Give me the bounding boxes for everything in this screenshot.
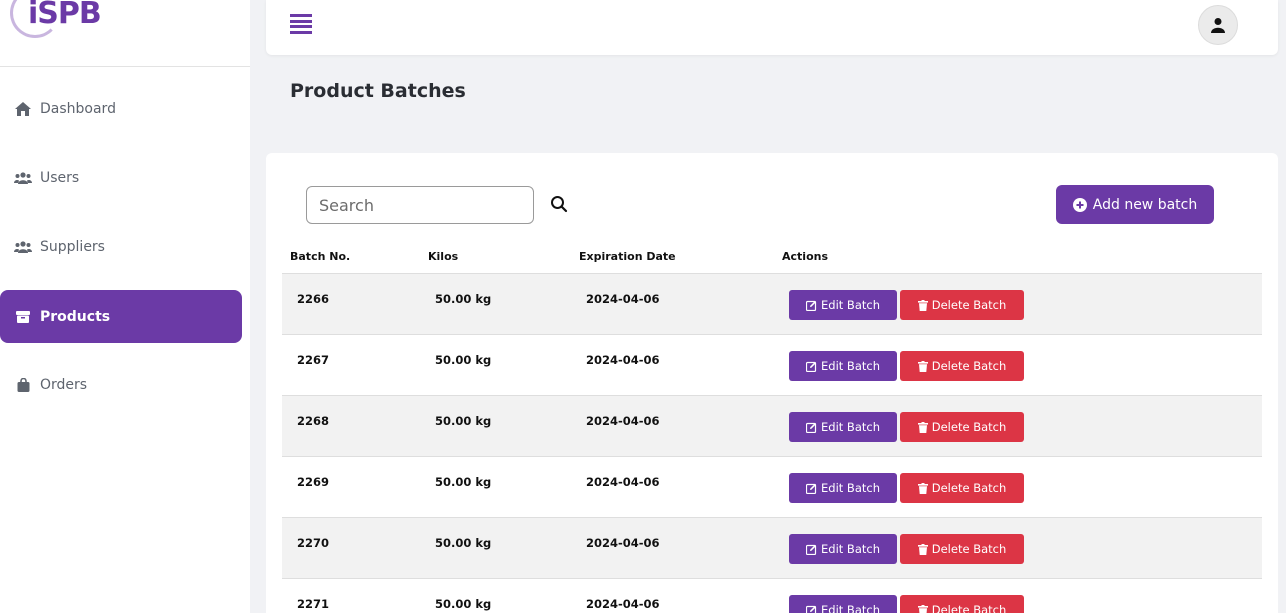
expiration-cell: 2024-04-06 — [586, 414, 660, 428]
trash-icon — [917, 604, 928, 613]
kilos-cell: 50.00 kg — [435, 597, 492, 611]
trash-icon — [917, 360, 928, 372]
column-header-actions: Actions — [782, 250, 828, 263]
sidebar-item-label: Dashboard — [40, 100, 116, 117]
edit-batch-button[interactable]: Edit Batch — [789, 473, 897, 503]
edit-batch-label: Edit Batch — [821, 298, 880, 312]
delete-batch-button[interactable]: Delete Batch — [900, 534, 1024, 564]
batch-no-cell: 2270 — [297, 536, 330, 550]
avatar[interactable] — [1198, 5, 1238, 45]
batches-card: Add new batch Batch No. Kilos Expiration… — [266, 153, 1278, 613]
delete-batch-label: Delete Batch — [931, 481, 1007, 495]
sidebar-item-label: Products — [40, 308, 111, 325]
edit-icon — [806, 544, 817, 555]
sidebar-divider — [0, 66, 250, 67]
sidebar-item-dashboard[interactable]: Dashboard — [0, 82, 242, 135]
delete-batch-button[interactable]: Delete Batch — [900, 290, 1024, 320]
column-header-batch-no: Batch No. — [290, 250, 351, 263]
delete-batch-label: Delete Batch — [931, 603, 1007, 613]
search-input[interactable] — [306, 186, 534, 224]
expiration-cell: 2024-04-06 — [586, 292, 660, 306]
table-row: 2269 50.00 kg 2024-04-06 Edit Batch Dele… — [282, 457, 1262, 518]
kilos-cell: 50.00 kg — [435, 536, 492, 550]
plus-circle-icon — [1072, 197, 1087, 212]
shopping-bag-icon — [14, 377, 32, 392]
logo[interactable]: iSPB — [10, 0, 120, 45]
topbar — [266, 0, 1278, 55]
edit-batch-label: Edit Batch — [821, 603, 880, 613]
table-row: 2271 50.00 kg 2024-04-06 Edit Batch Dele… — [282, 579, 1262, 613]
edit-batch-button[interactable]: Edit Batch — [789, 290, 897, 320]
logo-text: iSPB — [28, 0, 102, 31]
sidebar-item-label: Users — [40, 169, 80, 186]
suppliers-icon — [14, 240, 32, 254]
edit-batch-label: Edit Batch — [821, 481, 880, 495]
delete-batch-label: Delete Batch — [931, 542, 1007, 556]
page-title: Product Batches — [290, 80, 466, 102]
delete-batch-button[interactable]: Delete Batch — [900, 412, 1024, 442]
sidebar-item-users[interactable]: Users — [0, 151, 242, 204]
batch-no-cell: 2267 — [297, 353, 330, 367]
table-row: 2266 50.00 kg 2024-04-06 Edit Batch Dele… — [282, 274, 1262, 335]
column-header-kilos: Kilos — [428, 250, 459, 263]
trash-icon — [917, 543, 928, 555]
kilos-cell: 50.00 kg — [435, 414, 492, 428]
edit-batch-label: Edit Batch — [821, 420, 880, 434]
expiration-cell: 2024-04-06 — [586, 353, 660, 367]
delete-batch-button[interactable]: Delete Batch — [900, 473, 1024, 503]
home-icon — [14, 101, 32, 116]
delete-batch-label: Delete Batch — [931, 359, 1007, 373]
delete-batch-button[interactable]: Delete Batch — [900, 351, 1024, 381]
expiration-cell: 2024-04-06 — [586, 475, 660, 489]
edit-batch-label: Edit Batch — [821, 359, 880, 373]
sidebar: iSPB Dashboard Users Suppliers Products … — [0, 0, 250, 613]
kilos-cell: 50.00 kg — [435, 475, 492, 489]
expiration-cell: 2024-04-06 — [586, 536, 660, 550]
expiration-cell: 2024-04-06 — [586, 597, 660, 611]
batch-no-cell: 2271 — [297, 597, 330, 611]
sidebar-item-label: Orders — [40, 376, 88, 393]
edit-icon — [806, 361, 817, 372]
sidebar-item-suppliers[interactable]: Suppliers — [0, 220, 242, 273]
delete-batch-button[interactable]: Delete Batch — [900, 595, 1024, 613]
trash-icon — [917, 482, 928, 494]
edit-icon — [806, 605, 817, 613]
table-body: 2266 50.00 kg 2024-04-06 Edit Batch Dele… — [282, 274, 1262, 613]
kilos-cell: 50.00 kg — [435, 353, 492, 367]
search-icon[interactable] — [548, 193, 570, 215]
table-row: 2267 50.00 kg 2024-04-06 Edit Batch Dele… — [282, 335, 1262, 396]
column-header-expiration: Expiration Date — [579, 250, 676, 263]
edit-icon — [806, 300, 817, 311]
add-batch-button[interactable]: Add new batch — [1056, 185, 1214, 224]
users-icon — [14, 171, 32, 185]
sidebar-item-orders[interactable]: Orders — [0, 358, 242, 411]
table-row: 2270 50.00 kg 2024-04-06 Edit Batch Dele… — [282, 518, 1262, 579]
edit-icon — [806, 422, 817, 433]
batch-no-cell: 2266 — [297, 292, 330, 306]
sidebar-item-products[interactable]: Products — [0, 290, 242, 343]
table-header: Batch No. Kilos Expiration Date Actions — [282, 243, 1262, 274]
edit-batch-label: Edit Batch — [821, 542, 880, 556]
table-row: 2268 50.00 kg 2024-04-06 Edit Batch Dele… — [282, 396, 1262, 457]
user-icon — [1211, 18, 1225, 33]
trash-icon — [917, 421, 928, 433]
kilos-cell: 50.00 kg — [435, 292, 492, 306]
batch-no-cell: 2268 — [297, 414, 330, 428]
trash-icon — [917, 299, 928, 311]
add-batch-label: Add new batch — [1092, 196, 1198, 213]
hamburger-icon[interactable] — [290, 14, 312, 34]
box-icon — [14, 310, 32, 324]
edit-icon — [806, 483, 817, 494]
batch-no-cell: 2269 — [297, 475, 330, 489]
delete-batch-label: Delete Batch — [931, 420, 1007, 434]
edit-batch-button[interactable]: Edit Batch — [789, 595, 897, 613]
edit-batch-button[interactable]: Edit Batch — [789, 534, 897, 564]
edit-batch-button[interactable]: Edit Batch — [789, 412, 897, 442]
sidebar-item-label: Suppliers — [40, 238, 105, 255]
delete-batch-label: Delete Batch — [931, 298, 1007, 312]
edit-batch-button[interactable]: Edit Batch — [789, 351, 897, 381]
